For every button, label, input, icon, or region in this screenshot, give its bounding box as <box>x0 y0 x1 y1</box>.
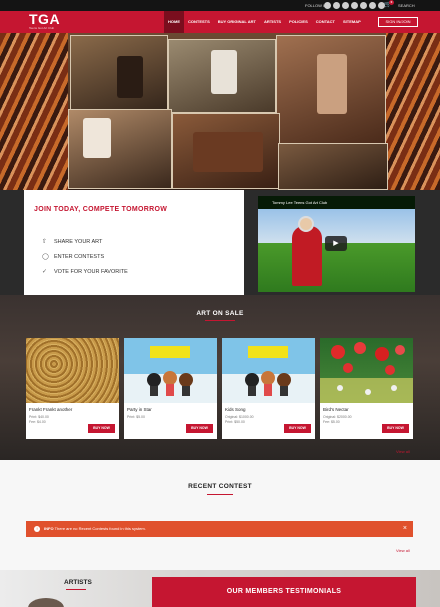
lightbulb-icon: ◯ <box>42 253 49 260</box>
alert-tag: INFO <box>44 526 54 531</box>
title-underline <box>207 494 233 495</box>
step-label: VOTE FOR YOUR FAVORITE <box>54 268 128 275</box>
video-title[interactable]: Tommy Lee Teens Got Art Club <box>258 196 415 209</box>
info-icon: ! <box>34 526 40 532</box>
step-label: ENTER CONTESTS <box>54 253 105 260</box>
art-image[interactable] <box>320 338 413 403</box>
join-title: JOIN TODAY, COMPETE TOMORROW <box>34 206 168 213</box>
art-price: Print: $40.00 <box>29 415 49 419</box>
step-vote: ✓ VOTE FOR YOUR FAVORITE <box>42 264 128 279</box>
upload-icon: ⇧ <box>42 238 48 245</box>
artists-title: ARTISTS <box>64 579 92 586</box>
art-price: Original: $1000.00 <box>225 415 254 419</box>
twitter-icon[interactable] <box>333 2 340 9</box>
cartoon-art <box>245 346 291 396</box>
checkmark-icon: ✓ <box>42 268 48 275</box>
buy-now-button[interactable]: BUY NOW <box>382 424 409 433</box>
step-label: SHARE YOUR ART <box>54 238 103 245</box>
art-name[interactable]: Bird's Nectar <box>323 407 349 412</box>
contest-view-all-link[interactable]: View all <box>396 548 410 553</box>
nav-buy-original-art[interactable]: BUY ORIGINAL ART <box>214 11 260 33</box>
close-icon[interactable]: × <box>403 521 407 537</box>
nav-sitemap[interactable]: SITEMAP <box>339 11 365 33</box>
title-underline <box>205 320 235 321</box>
art-fee: Fee: $4.00 <box>29 420 46 424</box>
main-navbar: TGA Teens Got Art Club HOME CONTESTS BUY… <box>0 11 440 33</box>
buy-now-button[interactable]: BUY NOW <box>186 424 213 433</box>
cart-icon[interactable]: 🛒 0 <box>384 0 394 9</box>
flower-art <box>320 342 413 403</box>
pinterest-icon[interactable] <box>369 2 376 9</box>
alert-text: There are no Recent Contests found in th… <box>54 526 146 531</box>
art-image[interactable] <box>222 338 315 403</box>
art-image[interactable] <box>124 338 217 403</box>
hero-photo-4 <box>68 109 172 189</box>
google-plus-icon[interactable] <box>342 2 349 9</box>
art-name[interactable]: Party in Star <box>127 407 152 412</box>
join-steps: ⇧ SHARE YOUR ART ◯ ENTER CONTESTS ✓ VOTE… <box>42 234 128 279</box>
facebook-icon[interactable] <box>324 2 331 9</box>
nav-contests[interactable]: CONTESTS <box>184 11 214 33</box>
hero-photo-2 <box>168 39 276 113</box>
hero-photo-6 <box>278 143 388 190</box>
search-link[interactable]: SEARCH <box>398 3 415 8</box>
art-price: Print: $5.00 <box>127 415 145 419</box>
social-links <box>324 2 385 9</box>
video-person <box>292 226 322 286</box>
main-menu: HOME CONTESTS BUY ORIGINAL ART ARTISTS P… <box>164 11 365 33</box>
art-name[interactable]: Frankt Frankt another <box>29 407 72 412</box>
top-bar: FOLLOW US 🛒 0 SEARCH <box>0 0 440 11</box>
step-share-art: ⇧ SHARE YOUR ART <box>42 234 128 249</box>
art-name[interactable]: Kids Song <box>225 407 246 412</box>
play-icon[interactable]: ▶ <box>325 236 347 251</box>
art-on-sale-title: ART ON SALE <box>196 310 244 317</box>
nav-home[interactable]: HOME <box>164 11 184 33</box>
art-card[interactable]: Kids Song Original: $1000.00 Print: $50.… <box>222 338 315 439</box>
step-enter-contests: ◯ ENTER CONTESTS <box>42 249 128 264</box>
cartoon-art <box>147 346 193 396</box>
cart-count-badge: 0 <box>389 0 394 5</box>
art-card[interactable]: Frankt Frankt another Print: $40.00 Fee:… <box>26 338 119 439</box>
recent-contest-section <box>0 460 440 570</box>
art-card[interactable]: Bird's Nectar Original: $2000.00 Fee: $5… <box>320 338 413 439</box>
hero-banner <box>0 33 440 190</box>
contest-alert: ! INFO There are no Recent Contests foun… <box>26 521 413 537</box>
youtube-icon[interactable] <box>360 2 367 9</box>
art-view-all-link[interactable]: View all <box>396 449 410 454</box>
recent-contest-title: RECENT CONTEST <box>188 483 252 490</box>
art-fee: Print: $50.00 <box>225 420 245 424</box>
hero-photo-5 <box>172 113 280 189</box>
site-tagline: Teens Got Art Club <box>29 26 55 30</box>
art-fee: Fee: $5.00 <box>323 420 340 424</box>
video-person-head <box>298 216 314 232</box>
nav-policies[interactable]: POLICIES <box>285 11 312 33</box>
art-price: Original: $2000.00 <box>323 415 352 419</box>
join-panel: JOIN TODAY, COMPETE TOMORROW ⇧ SHARE YOU… <box>24 190 244 295</box>
nav-contact[interactable]: CONTACT <box>312 11 339 33</box>
nav-artists[interactable]: ARTISTS <box>260 11 285 33</box>
art-card[interactable]: Party in Star Print: $5.00 BUY NOW <box>124 338 217 439</box>
title-underline <box>66 589 86 590</box>
hero-photo-3 <box>276 35 386 145</box>
testimonials-banner: OUR MEMBERS TESTIMONIALS <box>152 577 416 607</box>
signin-button[interactable]: SIGN IN/JOIN <box>378 17 418 27</box>
site-logo[interactable]: TGA <box>29 12 60 26</box>
buy-now-button[interactable]: BUY NOW <box>88 424 115 433</box>
buy-now-button[interactable]: BUY NOW <box>284 424 311 433</box>
art-image[interactable] <box>26 338 119 403</box>
video-player[interactable]: Tommy Lee Teens Got Art Club ▶ <box>258 196 415 292</box>
linkedin-icon[interactable] <box>351 2 358 9</box>
